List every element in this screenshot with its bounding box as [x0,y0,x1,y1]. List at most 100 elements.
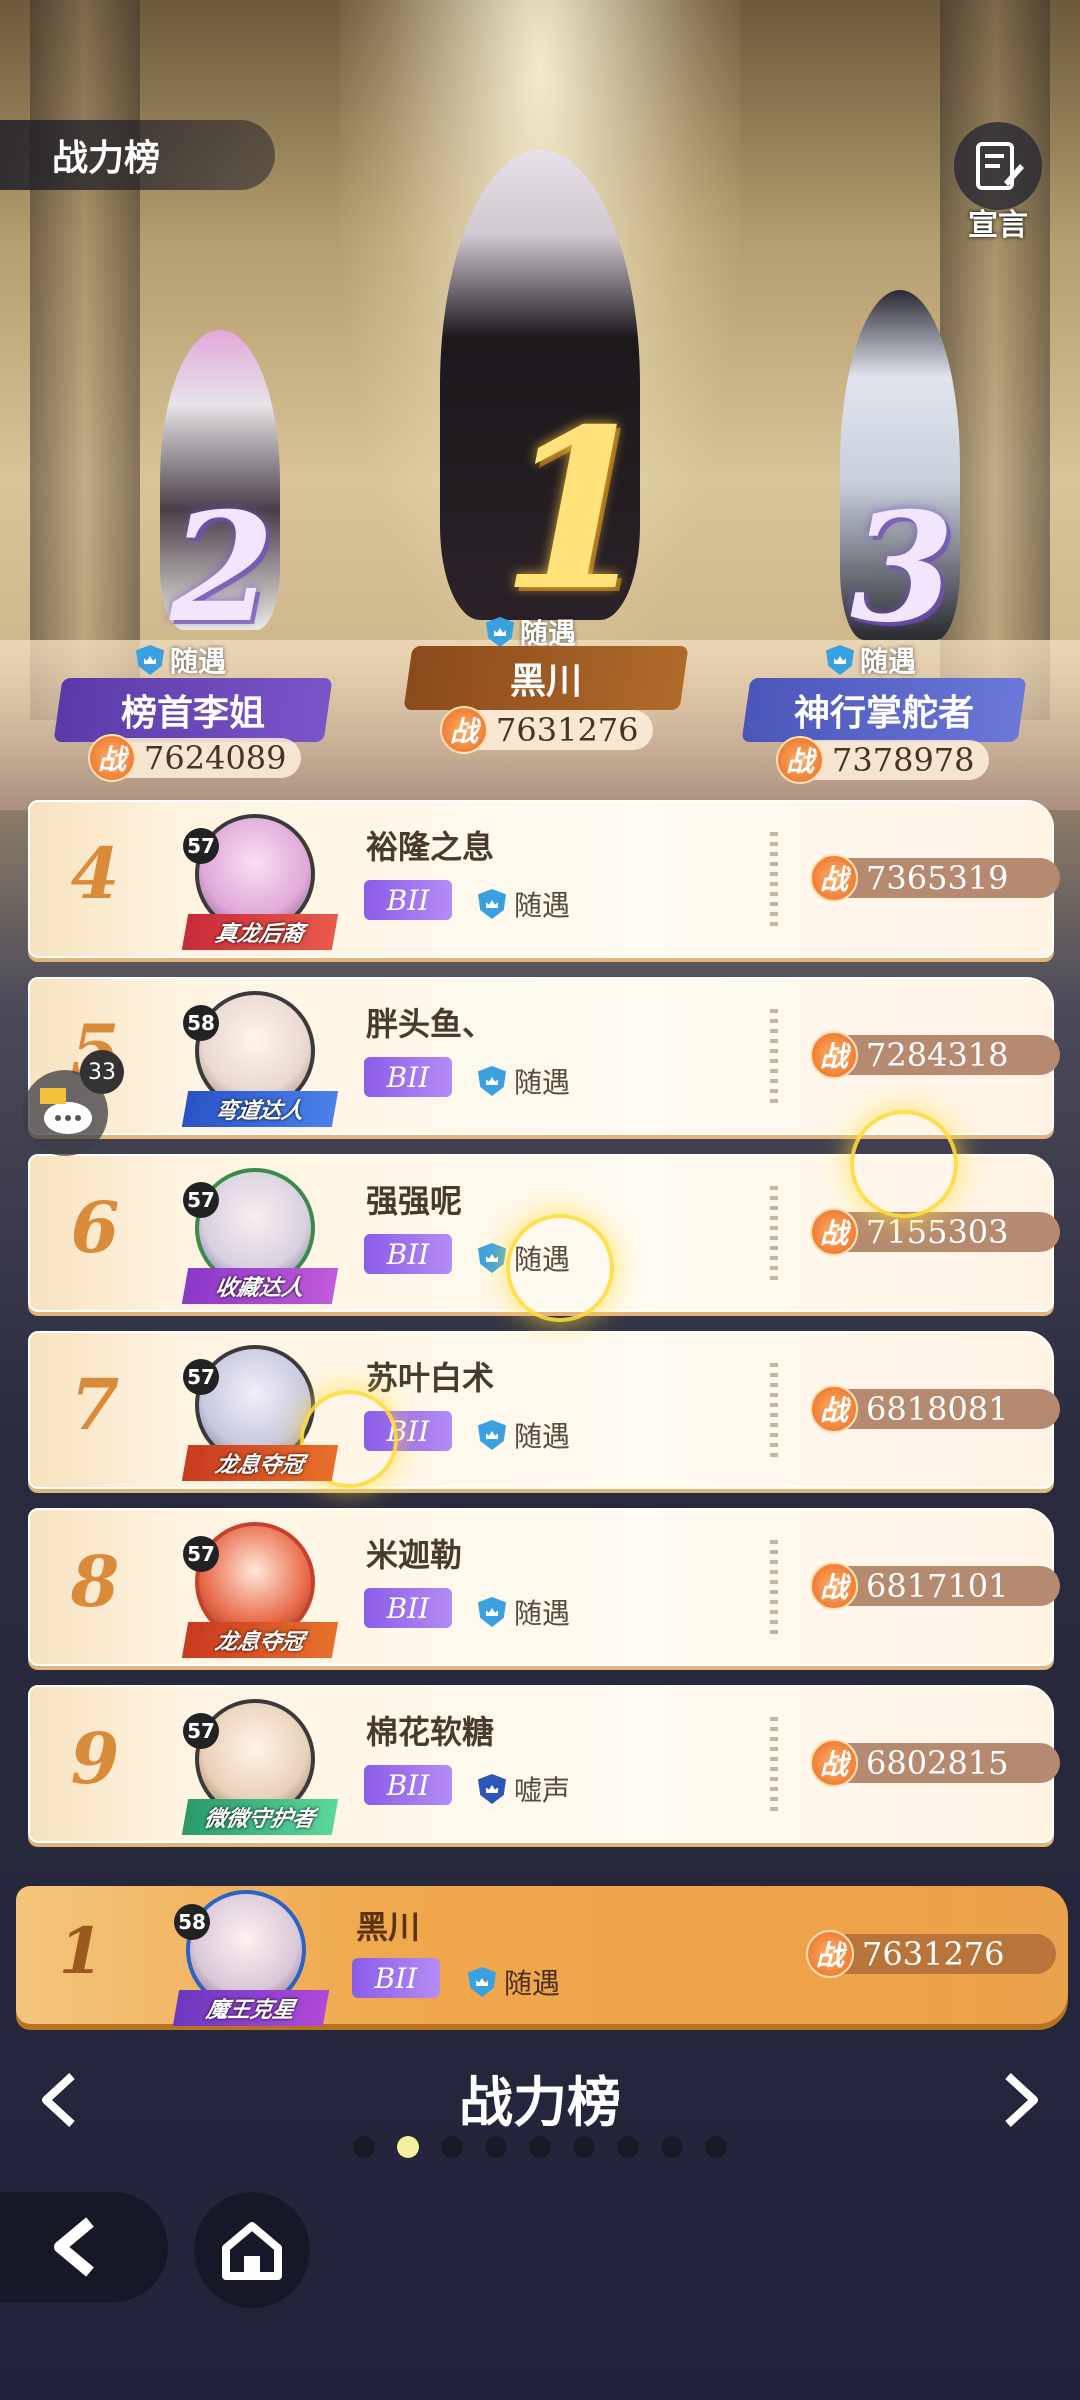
podium-name-1[interactable]: 黑川 [403,646,689,710]
guild-tag: 随遇 [478,1061,570,1101]
avatar[interactable]: 57 微微守护者 [181,1699,339,1835]
back-button[interactable] [0,2192,168,2302]
title-badge: 微微守护者 [181,1799,339,1835]
avatar[interactable]: 57 收藏达人 [181,1168,339,1304]
player-name: 胖头鱼、 [366,1005,495,1043]
level-badge: 58 [183,1005,219,1041]
title-badge: 真龙后裔 [181,914,339,950]
row-rank: 1 [58,1914,104,1989]
level-badge: 57 [183,1536,219,1572]
title-badge: 弯道达人 [181,1091,339,1127]
guild-shield-icon [478,1774,506,1804]
divider [770,832,778,932]
avatar[interactable]: 57 真龙后裔 [181,814,339,950]
table-row[interactable]: 8 57 龙息夺冠 米迦勒 BII 随遇 战 6817101 [28,1508,1060,1666]
page-dot[interactable] [397,2136,419,2158]
avatar[interactable]: 57 龙息夺冠 [181,1522,339,1658]
row-rank: 8 [70,1540,120,1623]
row-rank: 6 [70,1186,120,1269]
divider [770,1009,778,1109]
next-board-button[interactable] [996,2070,1046,2130]
table-row[interactable]: 7 57 龙息夺冠 苏叶白术 BII 随遇 战 6818081 [28,1331,1060,1489]
podium-rank-3: 3 [850,480,955,656]
guild-tag: 随遇 [468,1962,560,2002]
player-name: 黑川 [356,1908,421,1946]
podium-guild-3: 随遇 [826,640,916,680]
power-icon: 战 [776,736,824,784]
chat-count-badge: 33 [80,1050,124,1094]
row-rank: 7 [70,1363,120,1446]
home-icon [222,2222,282,2280]
edit-note-icon [954,122,1042,210]
page-dot[interactable] [573,2136,595,2158]
tier-badge: BII [352,1958,440,1998]
power-value: 战 7631276 [806,1930,1056,1978]
page-dot[interactable] [485,2136,507,2158]
guild-shield-icon [478,889,506,919]
divider [770,1717,778,1817]
home-button[interactable] [194,2192,310,2308]
my-rank-row[interactable]: 1 58 魔王克星 黑川 BII 随遇 战 7631276 [16,1886,1068,2026]
page-dot[interactable] [441,2136,463,2158]
podium-rank-2: 2 [170,480,275,656]
title-badge: 魔王克星 [172,1990,330,2026]
page-dot[interactable] [529,2136,551,2158]
tier-badge: BII [364,1234,452,1274]
table-row[interactable]: 4 57 真龙后裔 裕隆之息 BII 随遇 战 7365319 [28,800,1060,958]
guild-tag: 嘘声 [478,1769,570,1809]
page-title: 战力榜 [0,120,275,190]
level-badge: 57 [183,1182,219,1218]
declare-button[interactable]: 宣言 [950,122,1046,243]
guild-shield-icon [478,1066,506,1096]
power-icon: 战 [810,1385,858,1433]
guild-tag: 随遇 [478,884,570,924]
title-badge: 龙息夺冠 [181,1445,339,1481]
player-name: 苏叶白术 [366,1359,495,1397]
avatar[interactable]: 57 龙息夺冠 [181,1345,339,1481]
player-name: 强强呢 [366,1182,463,1220]
guild-tag: 随遇 [478,1415,570,1455]
player-name: 棉花软糖 [366,1713,495,1751]
podium-name-2[interactable]: 榜首李姐 [53,678,333,742]
guild-shield-icon [478,1597,506,1627]
guild-shield-icon [826,645,854,675]
ranking-nav: 战力榜 [0,2050,1080,2150]
guild-tag: 随遇 [478,1592,570,1632]
page-dot[interactable] [661,2136,683,2158]
avatar[interactable]: 58 魔王克星 [172,1890,330,2026]
podium-guild-2: 随遇 [136,640,226,680]
power-icon: 战 [810,1739,858,1787]
avatar[interactable]: 58 弯道达人 [181,991,339,1127]
power-icon: 战 [806,1930,854,1978]
power-value: 战 7155303 [810,1208,1060,1256]
page-dot[interactable] [705,2136,727,2158]
paw-effect-icon [506,1214,614,1322]
power-icon: 战 [810,1208,858,1256]
power-icon: 战 [88,734,136,782]
row-rank: 4 [70,832,120,915]
divider [770,1540,778,1640]
page-indicator [0,2136,1080,2158]
podium-rank-1: 1 [500,380,654,639]
page-dot[interactable] [353,2136,375,2158]
power-icon: 战 [810,1562,858,1610]
guild-shield-icon [468,1967,496,1997]
guild-shield-icon [136,645,164,675]
title-badge: 龙息夺冠 [181,1622,339,1658]
page-dot[interactable] [617,2136,639,2158]
tier-badge: BII [364,1588,452,1628]
power-value: 战 6802815 [810,1739,1060,1787]
guild-shield-icon [478,1243,506,1273]
podium-power-1: 战 7631276 [440,706,653,754]
power-icon: 战 [810,854,858,902]
podium-power-3: 战 7378978 [776,736,989,784]
table-row[interactable]: 9 57 微微守护者 棉花软糖 BII 嘘声 战 6802815 [28,1685,1060,1843]
divider [770,1363,778,1463]
paw-effect-icon [850,1110,958,1218]
power-value: 战 6818081 [810,1385,1060,1433]
podium-name-3[interactable]: 神行掌舵者 [741,678,1027,742]
divider [770,1186,778,1286]
board-name: 战力榜 [459,2071,621,2134]
tier-badge: BII [364,1765,452,1805]
back-arrow-icon [54,2217,94,2277]
